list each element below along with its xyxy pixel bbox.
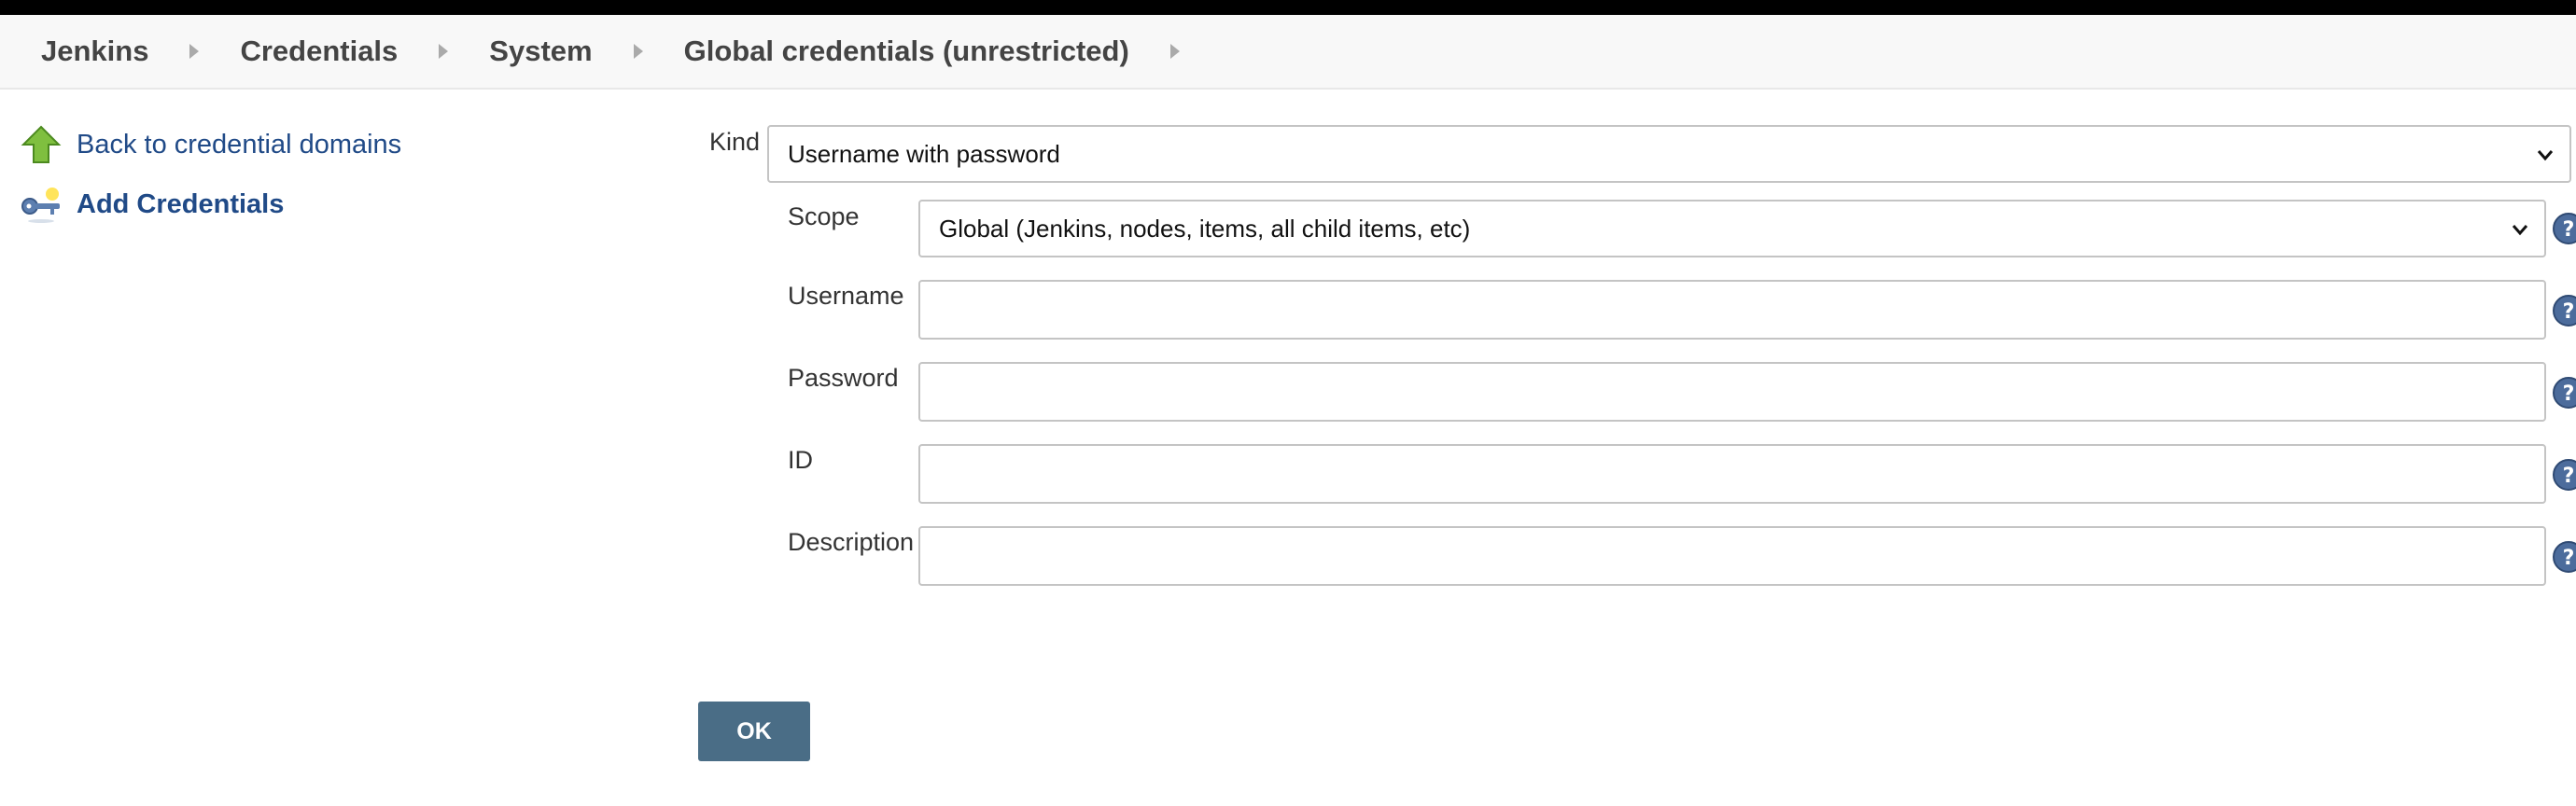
id-label: ID [788, 446, 813, 474]
scope-label: Scope [788, 202, 860, 230]
help-icon[interactable]: ? [2552, 376, 2576, 410]
kind-label: Kind [709, 128, 761, 156]
kind-select[interactable]: Username with password [767, 125, 2571, 183]
sidebar-item-add-credentials[interactable]: Add Credentials [21, 181, 655, 228]
up-arrow-icon [21, 125, 62, 163]
key-icon [21, 188, 60, 223]
scope-select[interactable]: Global (Jenkins, nodes, items, all child… [918, 200, 2546, 257]
svg-text:?: ? [2563, 547, 2575, 570]
username-label: Username [788, 282, 904, 310]
kind-select-value: Username with password [788, 139, 1060, 168]
breadcrumb-jenkins[interactable]: Jenkins [41, 35, 148, 68]
help-icon[interactable]: ? [2552, 458, 2576, 492]
svg-text:?: ? [2563, 218, 2575, 242]
password-field[interactable] [918, 362, 2546, 422]
svg-text:?: ? [2563, 465, 2575, 488]
help-icon[interactable]: ? [2552, 540, 2576, 574]
breadcrumb-separator-icon[interactable] [633, 44, 643, 59]
svg-text:?: ? [2563, 382, 2575, 406]
top-bar [0, 0, 2576, 15]
breadcrumb-system[interactable]: System [489, 35, 592, 68]
breadcrumb: Jenkins Credentials System Global creden… [0, 15, 2576, 90]
sidebar-item-back[interactable]: Back to credential domains [21, 121, 655, 168]
breadcrumb-global-credentials[interactable]: Global credentials (unrestricted) [684, 35, 1129, 68]
chevron-down-icon [2537, 150, 2554, 161]
sidebar: Back to credential domains Add Credentia… [21, 121, 655, 241]
username-field[interactable] [918, 280, 2546, 340]
help-icon[interactable]: ? [2552, 294, 2576, 327]
breadcrumb-credentials[interactable]: Credentials [240, 35, 398, 68]
sidebar-item-label[interactable]: Back to credential domains [77, 130, 401, 160]
chevron-down-icon [2512, 225, 2528, 236]
sidebar-item-label[interactable]: Add Credentials [77, 189, 284, 220]
password-label: Password [788, 364, 899, 392]
breadcrumb-separator-icon[interactable] [189, 44, 200, 59]
ok-button[interactable]: OK [698, 702, 810, 761]
breadcrumb-separator-icon[interactable] [1169, 44, 1180, 59]
breadcrumb-separator-icon[interactable] [439, 44, 449, 59]
svg-text:?: ? [2563, 300, 2575, 324]
description-field[interactable] [918, 526, 2546, 586]
help-icon[interactable]: ? [2552, 212, 2576, 245]
id-field[interactable] [918, 444, 2546, 504]
scope-select-value: Global (Jenkins, nodes, items, all child… [939, 214, 1471, 243]
description-label: Description [788, 528, 915, 556]
